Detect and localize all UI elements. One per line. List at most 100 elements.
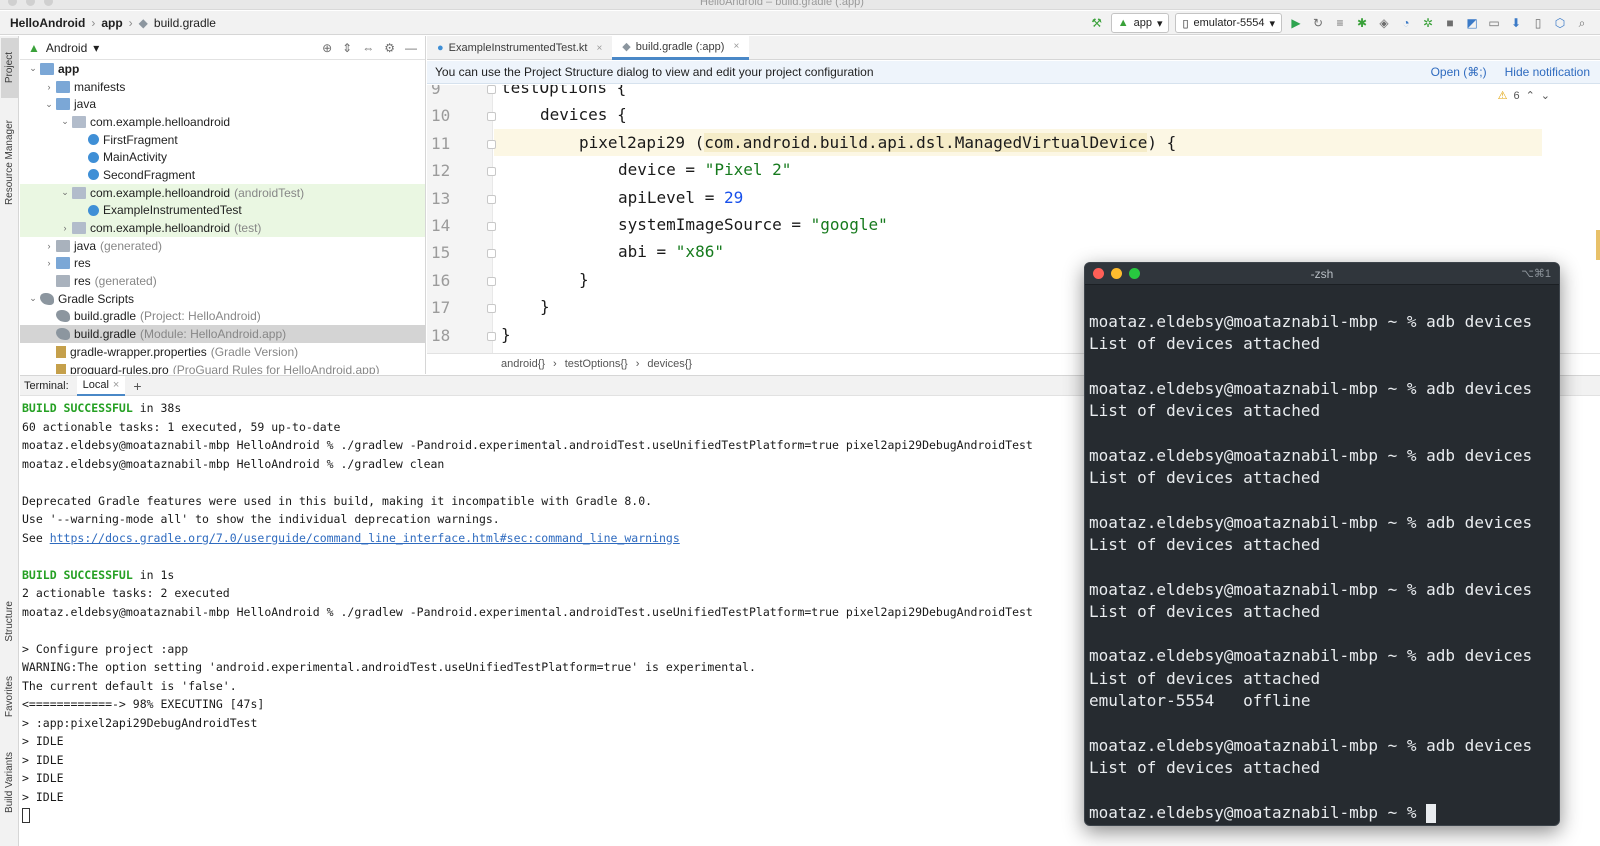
- code-line[interactable]: testOptions {: [501, 85, 626, 97]
- hide-notification-link[interactable]: Hide notification: [1505, 65, 1590, 79]
- chevron-right-icon[interactable]: ›: [42, 258, 56, 268]
- tree-item[interactable]: ⌄ com.example.helloandroid (androidTest): [20, 183, 425, 202]
- code-line[interactable]: }: [540, 297, 550, 316]
- editor-tab[interactable]: ◆ build.gradle (:app) ×: [612, 36, 750, 60]
- device-dropdown[interactable]: ▯ emulator-5554 ▾: [1175, 13, 1282, 33]
- code-line[interactable]: }: [501, 325, 511, 344]
- chevron-right-icon[interactable]: ›: [42, 241, 56, 251]
- inspection-widget[interactable]: ⚠ 6 ⌃ ⌄: [1498, 89, 1550, 103]
- hammer-build-icon[interactable]: ⚒: [1089, 15, 1105, 31]
- new-terminal-tab-button[interactable]: +: [133, 378, 141, 394]
- code-line[interactable]: devices {: [540, 105, 627, 124]
- code-line[interactable]: abi = "x86": [618, 242, 724, 261]
- favorites-tool-tab[interactable]: Favorites: [1, 664, 18, 729]
- close-button[interactable]: [1093, 268, 1104, 279]
- chevron-right-icon[interactable]: ›: [58, 223, 72, 233]
- close-icon[interactable]: ×: [113, 379, 119, 391]
- search-icon[interactable]: ⌕: [1574, 15, 1590, 31]
- chevron-right-icon[interactable]: ›: [42, 82, 56, 92]
- layout-inspector-icon[interactable]: ⬡: [1552, 15, 1568, 31]
- chevron-up-icon[interactable]: ⌃: [1526, 89, 1535, 102]
- avd-manager-icon[interactable]: ▭: [1486, 15, 1502, 31]
- breadcrumb-segment[interactable]: testOptions{}: [565, 358, 628, 370]
- zoom-button[interactable]: [1129, 268, 1140, 279]
- gear-icon[interactable]: ⚙: [384, 41, 395, 55]
- minimize-button[interactable]: [1111, 268, 1122, 279]
- tree-item[interactable]: › manifests: [20, 78, 425, 96]
- macos-terminal-window[interactable]: -zsh ⌥⌘1 moataz.eldebsy@moataznabil-mbp …: [1084, 262, 1560, 826]
- structure-tool-tab[interactable]: Structure: [1, 591, 18, 651]
- project-view-selector[interactable]: Android: [46, 41, 87, 55]
- code-line[interactable]: systemImageSource = "google": [618, 215, 888, 234]
- chevron-down-icon[interactable]: ⌄: [26, 63, 40, 74]
- breadcrumb-file[interactable]: build.gradle: [154, 16, 216, 30]
- sdk-manager-icon[interactable]: ⬇: [1508, 15, 1524, 31]
- close-icon[interactable]: ×: [596, 43, 602, 54]
- attach-debugger-icon[interactable]: ✲: [1420, 15, 1436, 31]
- sync-gradle-icon[interactable]: ◩: [1464, 15, 1480, 31]
- fold-marker-icon[interactable]: [487, 276, 496, 286]
- breadcrumb-segment[interactable]: android{}: [501, 358, 545, 370]
- hide-panel-icon[interactable]: —: [405, 41, 417, 55]
- debug-icon[interactable]: ✱: [1354, 15, 1370, 31]
- code-line[interactable]: pixel2api29 (com.android.build.api.dsl.M…: [579, 132, 1176, 152]
- breadcrumb-segment[interactable]: devices{}: [647, 358, 692, 370]
- tree-item[interactable]: FirstFragment: [20, 131, 425, 149]
- breadcrumb-project[interactable]: HelloAndroid: [10, 16, 85, 30]
- tree-item[interactable]: › res: [20, 255, 425, 273]
- fold-marker-icon[interactable]: [487, 85, 496, 94]
- run-icon[interactable]: ▶: [1288, 15, 1304, 31]
- profiler-icon[interactable]: ◔: [1398, 15, 1414, 31]
- stop-icon[interactable]: ■: [1442, 15, 1458, 31]
- expand-all-icon[interactable]: ⇕: [342, 41, 352, 55]
- terminal-tab-local[interactable]: Local ×: [76, 375, 126, 396]
- window-minimize-button[interactable]: [26, 0, 35, 6]
- collapse-all-icon[interactable]: ⇔: [362, 41, 374, 55]
- breadcrumb-module[interactable]: app: [101, 16, 122, 30]
- tree-item[interactable]: build.gradle (Module: HelloAndroid.app): [20, 325, 425, 343]
- tree-item[interactable]: › com.example.helloandroid (test): [20, 219, 425, 237]
- fold-marker-icon[interactable]: [487, 112, 496, 122]
- tree-item[interactable]: SecondFragment: [20, 166, 425, 184]
- project-tool-tab[interactable]: Project: [1, 38, 18, 98]
- locate-file-icon[interactable]: ⊕: [322, 41, 332, 55]
- chevron-down-icon[interactable]: ⌄: [58, 116, 72, 127]
- fold-marker-icon[interactable]: [487, 222, 496, 231]
- tree-item[interactable]: build.gradle (Project: HelloAndroid): [20, 308, 425, 326]
- close-icon[interactable]: ×: [733, 41, 739, 52]
- tree-item[interactable]: › java (generated): [20, 237, 425, 255]
- tree-item[interactable]: proguard-rules.pro (ProGuard Rules for He…: [20, 361, 425, 374]
- run-config-dropdown[interactable]: ▲ app ▾: [1110, 13, 1170, 33]
- fold-marker-icon[interactable]: [487, 249, 496, 259]
- macos-terminal-output[interactable]: moataz.eldebsy@moataznabil-mbp ~ % adb d…: [1085, 285, 1559, 824]
- build-variants-tool-tab[interactable]: Build Variants: [1, 742, 18, 822]
- editor-tab[interactable]: ● ExampleInstrumentedTest.kt ×: [427, 36, 612, 60]
- fold-marker-icon[interactable]: [487, 304, 496, 314]
- chevron-down-icon[interactable]: ⌄: [58, 187, 72, 198]
- fold-marker-icon[interactable]: [487, 167, 496, 177]
- tree-item[interactable]: gradle-wrapper.properties (Gradle Version…: [20, 343, 425, 361]
- chevron-down-icon[interactable]: ⌄: [1541, 89, 1550, 102]
- fold-marker-icon[interactable]: [487, 331, 496, 341]
- chevron-down-icon[interactable]: ⌄: [42, 99, 56, 110]
- code-line[interactable]: device = "Pixel 2": [618, 160, 791, 179]
- editor-scroll-marker[interactable]: [1596, 230, 1600, 260]
- tree-item[interactable]: ⌄ app: [20, 60, 425, 78]
- rerun-icon[interactable]: ↻: [1310, 15, 1326, 31]
- tree-item[interactable]: ⌄ java: [20, 95, 425, 113]
- chevron-down-icon[interactable]: ⌄: [26, 293, 40, 304]
- fold-marker-icon[interactable]: [487, 194, 496, 204]
- code-line[interactable]: }: [579, 270, 589, 289]
- tree-item[interactable]: ExampleInstrumentedTest: [20, 201, 425, 220]
- tree-item[interactable]: ⌄ Gradle Scripts: [20, 290, 425, 308]
- terminal-link[interactable]: https://docs.gradle.org/7.0/userguide/co…: [50, 531, 680, 545]
- device-manager-icon[interactable]: ▯: [1530, 15, 1546, 31]
- code-line[interactable]: apiLevel = 29: [618, 188, 743, 207]
- tree-item[interactable]: res (generated): [20, 272, 425, 290]
- apply-changes-icon[interactable]: ≡: [1332, 15, 1348, 31]
- tree-item[interactable]: ⌄ com.example.helloandroid: [20, 113, 425, 131]
- fold-marker-icon[interactable]: [487, 139, 496, 149]
- window-close-button[interactable]: [8, 0, 17, 6]
- chevron-down-icon[interactable]: ▾: [93, 41, 99, 55]
- tree-item[interactable]: MainActivity: [20, 148, 425, 166]
